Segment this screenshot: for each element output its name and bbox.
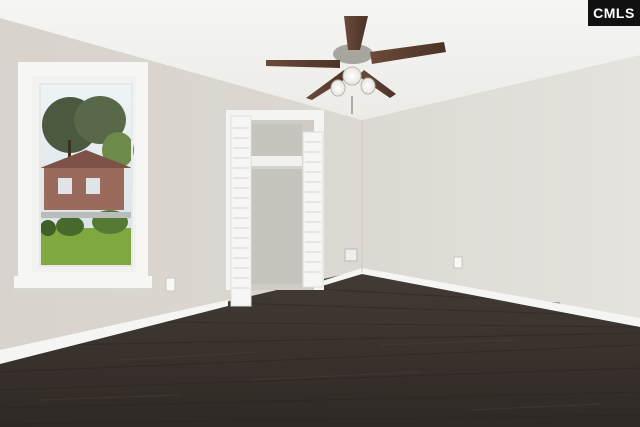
window xyxy=(14,62,152,292)
room-photo: CMLS xyxy=(0,0,640,427)
wall-outlet-right xyxy=(453,256,463,269)
watermark-logo: CMLS xyxy=(588,0,640,26)
floor-vent xyxy=(344,248,358,262)
wall-outlet-left xyxy=(165,277,176,292)
watermark-logo-text: CMLS xyxy=(593,5,635,21)
